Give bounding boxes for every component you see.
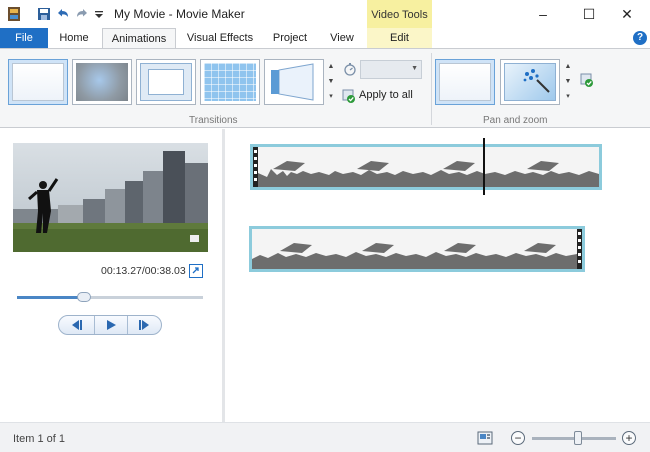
chevron-down-icon[interactable]: ▼ — [563, 74, 573, 89]
gallery-expand-icon[interactable]: ▾ — [563, 89, 573, 104]
tab-view[interactable]: View — [320, 28, 364, 48]
item-count-status: Item 1 of 1 — [13, 433, 65, 445]
audio-waveform-clip-top[interactable] — [250, 144, 602, 190]
play-button[interactable] — [94, 316, 128, 334]
previous-frame-icon — [72, 320, 82, 330]
apply-to-all-label: Apply to all — [359, 89, 413, 101]
chevron-up-icon[interactable]: ▲ — [563, 59, 573, 74]
seek-slider-fill — [17, 296, 84, 299]
apply-to-all-icon — [342, 89, 356, 103]
customize-dropdown-icon[interactable] — [93, 6, 109, 22]
zoom-slider-thumb[interactable] — [574, 431, 583, 445]
transitions-group-label: Transitions — [189, 115, 238, 126]
video-tools-context-label: Video Tools — [367, 0, 432, 28]
pan-zoom-group-label: Pan and zoom — [483, 115, 548, 126]
seek-slider[interactable] — [17, 292, 203, 302]
window-title: My Movie - Movie Maker — [114, 7, 245, 21]
pan-zoom-none-thumbnail[interactable] — [435, 59, 495, 105]
redo-icon[interactable] — [74, 6, 90, 22]
pan-zoom-automatic-thumbnail[interactable] — [500, 59, 560, 105]
gallery-expand-icon[interactable]: ▾ — [326, 89, 336, 104]
waveform-graphic — [253, 147, 599, 187]
ribbon: ▲ ▼ ▾ ▼ Apply to all Transitions ▲ ▼ ▾ P… — [0, 48, 650, 128]
apply-to-all-button[interactable]: Apply to all — [342, 87, 420, 105]
next-frame-icon — [139, 320, 149, 330]
previous-frame-button[interactable] — [59, 316, 93, 334]
tab-project[interactable]: Project — [263, 28, 317, 48]
pan-zoom-apply-to-all-icon[interactable] — [580, 73, 594, 87]
playback-controls — [58, 315, 162, 335]
duration-stopwatch-icon — [343, 62, 357, 76]
zoom-in-icon[interactable]: + — [622, 431, 636, 445]
pan-zoom-gallery-scroll[interactable]: ▲ ▼ ▾ — [563, 59, 573, 105]
zoom-slider[interactable] — [532, 431, 616, 445]
chevron-up-icon[interactable]: ▲ — [326, 59, 336, 74]
tab-home[interactable]: Home — [50, 28, 98, 48]
duration-select[interactable]: ▼ — [360, 60, 422, 79]
zoom-out-icon[interactable]: − — [511, 431, 525, 445]
transition-none-thumbnail[interactable] — [8, 59, 68, 105]
ribbon-tab-row: File Home Animations Visual Effects Proj… — [0, 28, 650, 49]
help-icon[interactable]: ? — [633, 31, 647, 45]
dropdown-arrow-icon: ▼ — [411, 65, 418, 72]
transition-crossfade-thumbnail[interactable] — [72, 59, 132, 105]
play-icon — [107, 320, 116, 330]
storyboard-view-icon[interactable] — [477, 430, 493, 446]
ribbon-group-divider — [431, 53, 432, 125]
playback-time: 00:13.27/00:38.03 — [101, 265, 186, 277]
transition-mosaic-thumbnail[interactable] — [200, 59, 260, 105]
audio-waveform-clip-bottom[interactable] — [249, 226, 585, 272]
transitions-gallery-scroll[interactable]: ▲ ▼ ▾ — [326, 59, 336, 105]
fullscreen-icon[interactable] — [189, 264, 203, 278]
waveform-graphic — [252, 229, 582, 269]
close-button[interactable]: ✕ — [604, 0, 650, 28]
tab-file[interactable]: File — [0, 28, 48, 48]
minimize-button[interactable]: – — [520, 0, 566, 28]
save-icon[interactable] — [36, 6, 52, 22]
tab-edit[interactable]: Edit — [367, 28, 432, 48]
magic-wand-icon — [523, 69, 550, 93]
title-bar: My Movie - Movie Maker Video Tools – ☐ ✕ — [0, 0, 650, 28]
undo-icon[interactable] — [55, 6, 71, 22]
video-preview[interactable] — [13, 143, 208, 252]
chevron-down-icon[interactable]: ▼ — [326, 74, 336, 89]
preview-pane: 00:13.27/00:38.03 — [0, 129, 222, 422]
tab-visual-effects[interactable]: Visual Effects — [180, 28, 260, 48]
camera-overlay-icon — [190, 235, 199, 242]
app-icon[interactable] — [6, 6, 22, 22]
next-frame-button[interactable] — [128, 316, 162, 334]
transition-zoom-thumbnail[interactable] — [136, 59, 196, 105]
playhead[interactable] — [483, 138, 485, 195]
tab-animations[interactable]: Animations — [102, 28, 176, 49]
transition-flip-thumbnail[interactable] — [264, 59, 324, 105]
status-bar: Item 1 of 1 − + — [0, 422, 650, 452]
seek-slider-thumb[interactable] — [76, 292, 91, 302]
